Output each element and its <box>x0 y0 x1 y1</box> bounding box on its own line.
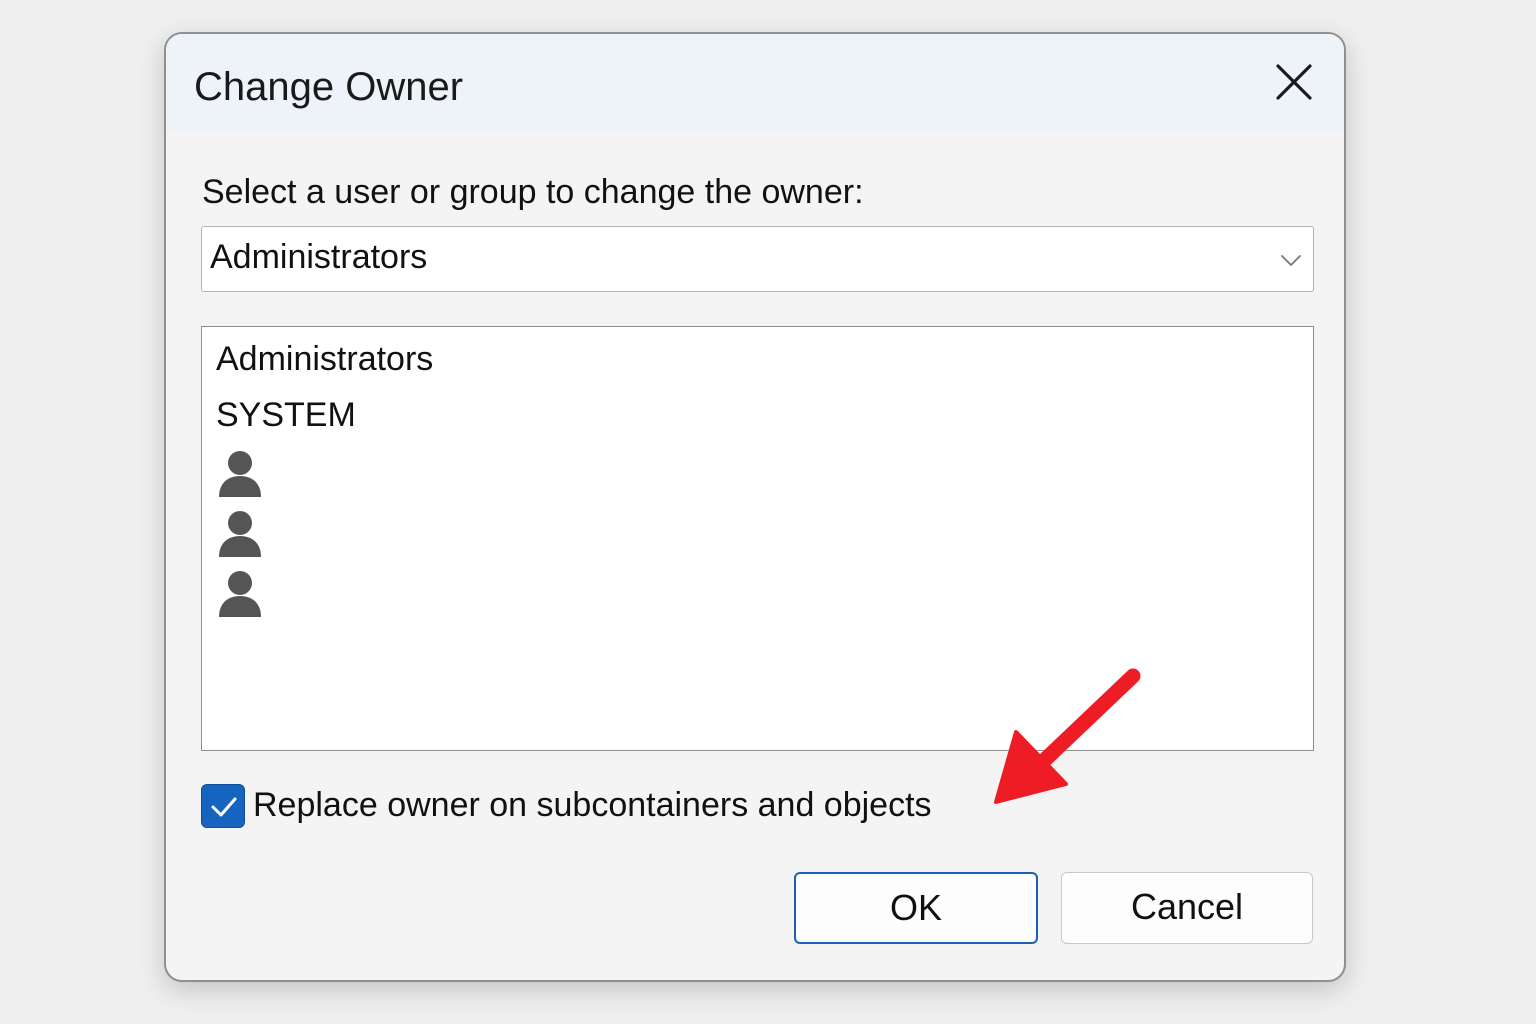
ok-button[interactable]: OK <box>794 872 1038 944</box>
user-icon <box>219 571 261 617</box>
list-item-administrators[interactable]: Administrators <box>216 337 433 381</box>
list-item-user[interactable] <box>216 509 264 559</box>
list-item-system[interactable]: SYSTEM <box>216 393 356 437</box>
chevron-down-icon <box>1281 255 1301 266</box>
dialog-title: Change Owner <box>194 65 464 109</box>
replace-owner-checkbox-box[interactable] <box>201 784 245 828</box>
user-icon <box>219 451 261 497</box>
checkmark-icon <box>211 797 237 817</box>
list-item-user[interactable] <box>216 449 264 499</box>
change-owner-dialog: Change Owner Select a user or group to c… <box>164 32 1346 982</box>
list-item-user[interactable] <box>216 569 264 619</box>
user-icon <box>219 511 261 557</box>
title-bar: Change Owner <box>166 34 1344 132</box>
annotation-arrow-icon <box>994 668 1141 804</box>
owner-combobox-value: Administrators <box>210 238 428 276</box>
replace-owner-label[interactable]: Replace owner on subcontainers and objec… <box>253 783 932 827</box>
close-icon <box>1276 64 1312 100</box>
owner-combobox[interactable]: Administrators <box>201 226 1314 292</box>
close-button[interactable] <box>1270 58 1318 106</box>
cancel-button[interactable]: Cancel <box>1061 872 1313 944</box>
owner-prompt-label: Select a user or group to change the own… <box>202 173 864 211</box>
